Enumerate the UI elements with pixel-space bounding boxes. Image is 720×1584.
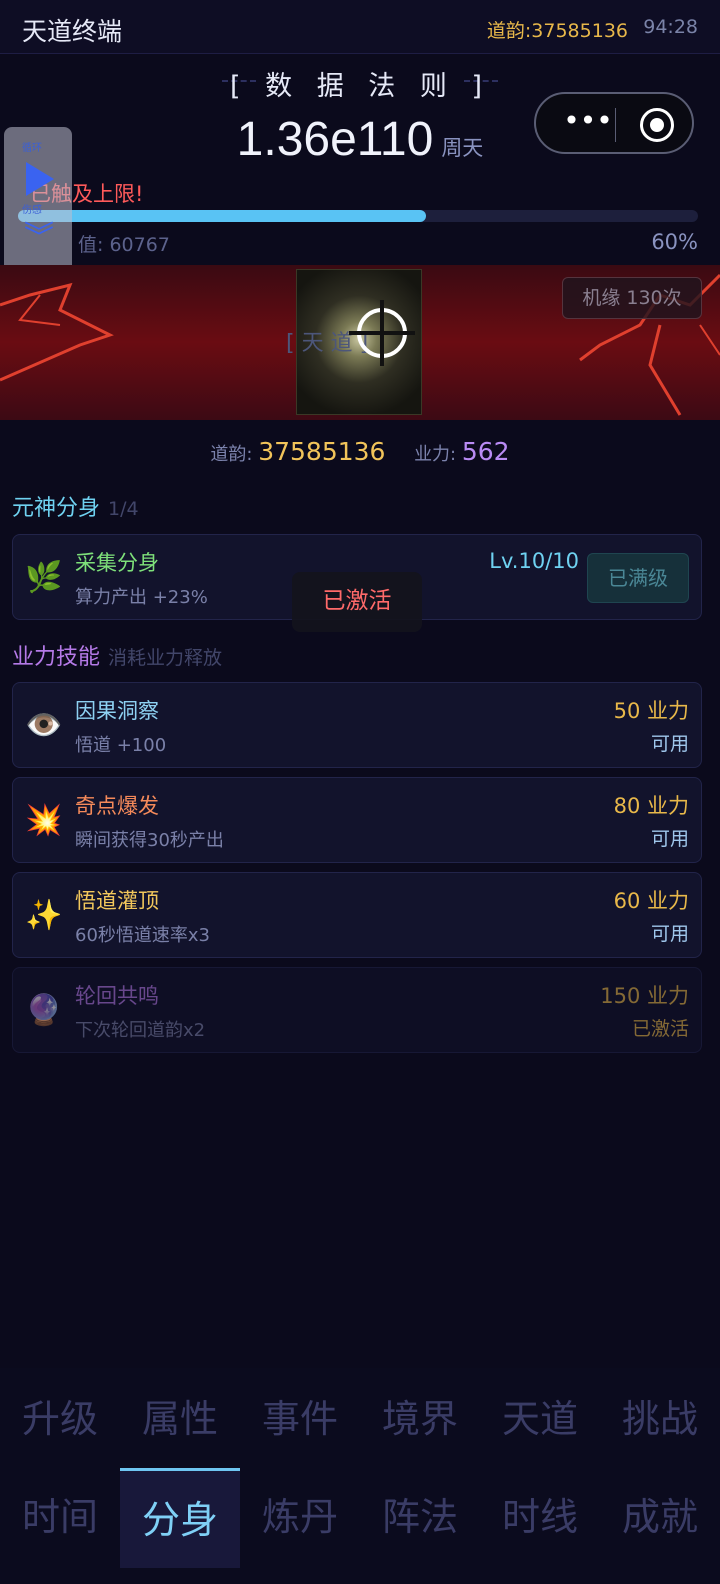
double-chevron-down-icon[interactable]: ︾ <box>24 223 54 253</box>
skill-name: 奇点爆发 <box>75 794 159 818</box>
progress-fill <box>18 210 426 222</box>
resource-stats: 道韵: 37585136 业力: 562 <box>0 437 720 466</box>
panel-label-2: 伤感 <box>22 205 42 216</box>
tab-timeline[interactable]: 时线 <box>480 1468 600 1568</box>
progress-percent: 60% <box>651 230 698 254</box>
app-title: 天道终端 <box>22 17 123 46</box>
sparkles-icon: ✨ <box>25 898 63 933</box>
more-icon[interactable]: ••• <box>560 106 616 142</box>
skill-status: 已激活 <box>631 1018 689 1040</box>
clone-desc: 算力产出 +23% <box>75 587 208 608</box>
skill-status: 可用 <box>650 923 689 945</box>
crosshair-icon <box>349 300 415 366</box>
daoyun-label: 道韵: <box>210 444 253 465</box>
tab-challenge[interactable]: 挑战 <box>600 1370 720 1470</box>
skill-name: 轮回共鸣 <box>75 984 159 1008</box>
close-target-icon[interactable] <box>640 108 674 142</box>
skill-status: 可用 <box>650 828 689 850</box>
toast-activated: 已激活 <box>292 572 422 632</box>
skills-section-title: 业力技能 消耗业力释放 <box>12 639 222 671</box>
chance-counter: 机缘 130次 <box>562 277 702 319</box>
top-bar: 天道终端 道韵:37585136 94:28 <box>0 0 720 54</box>
skill-card-insight[interactable]: 👁️ 因果洞察 悟道 +100 50 业力 可用 <box>12 682 702 768</box>
law-unit: 周天 <box>441 136 484 160</box>
clones-section-title: 元神分身 1/4 <box>12 490 139 522</box>
daoyun-counter: 道韵:37585136 <box>486 20 628 42</box>
leaf-icon: 🌿 <box>25 560 63 595</box>
tab-row-1: 升级 属性 事件 境界 天道 挑战 <box>0 1370 720 1470</box>
skill-card-resonance[interactable]: 🔮 轮回共鸣 下次轮回道韵x2 150 业力 已激活 <box>12 967 702 1053</box>
crystal-ball-icon: 🔮 <box>25 993 63 1028</box>
tab-achievements[interactable]: 成就 <box>600 1468 720 1568</box>
skill-cost: 60 业力 <box>613 889 689 913</box>
skill-desc: 瞬间获得30秒产出 <box>75 830 224 851</box>
skill-card-burst[interactable]: 💥 奇点爆发 瞬间获得30秒产出 80 业力 可用 <box>12 777 702 863</box>
skill-cost: 80 业力 <box>613 794 689 818</box>
clone-level: Lv.10/10 <box>489 549 579 573</box>
maxed-button[interactable]: 已满级 <box>587 553 689 603</box>
clones-title: 元神分身 <box>12 496 101 521</box>
timer: 94:28 <box>643 16 698 38</box>
tab-realm[interactable]: 境界 <box>360 1370 480 1470</box>
tab-heaven[interactable]: 天道 <box>480 1370 600 1470</box>
eye-icon: 👁️ <box>25 708 63 743</box>
bottom-tab-bar: 升级 属性 事件 境界 天道 挑战 时间 分身 炼丹 阵法 时线 成就 <box>0 1368 720 1584</box>
skill-name: 悟道灌顶 <box>75 889 159 913</box>
clones-count: 1/4 <box>108 498 139 520</box>
panel-label-1: 循环 <box>22 143 42 154</box>
tab-attributes[interactable]: 属性 <box>120 1370 240 1470</box>
skill-desc: 悟道 +100 <box>75 735 167 756</box>
skill-card-enlighten[interactable]: ✨ 悟道灌顶 60秒悟道速率x3 60 业力 可用 <box>12 872 702 958</box>
miniprogram-capsule: ••• <box>534 92 694 154</box>
daoyun-value: 37585136 <box>258 437 386 466</box>
yeli-value: 562 <box>461 437 510 466</box>
skill-cost: 50 业力 <box>613 699 689 723</box>
skill-cost: 150 业力 <box>600 984 689 1008</box>
event-label: [ 天 道 ] <box>286 331 369 356</box>
skill-status: 可用 <box>650 733 689 755</box>
tab-events[interactable]: 事件 <box>240 1370 360 1470</box>
tab-row-2: 时间 分身 炼丹 阵法 时线 成就 <box>0 1468 720 1568</box>
play-icon[interactable] <box>26 162 54 196</box>
tab-formation[interactable]: 阵法 <box>360 1468 480 1568</box>
skills-title: 业力技能 <box>12 645 101 670</box>
progress-bar <box>18 210 698 222</box>
clone-name: 采集分身 <box>75 551 159 575</box>
yeli-label: 业力: <box>414 444 457 465</box>
tab-time[interactable]: 时间 <box>0 1468 120 1568</box>
law-value: 1.36e110 <box>236 113 434 166</box>
progress-value: 值: 60767 <box>78 234 170 256</box>
skills-subtitle: 消耗业力释放 <box>108 647 223 669</box>
skill-desc: 下次轮回道韵x2 <box>75 1020 206 1041</box>
skill-desc: 60秒悟道速率x3 <box>75 925 211 946</box>
tab-clones[interactable]: 分身 <box>120 1468 240 1568</box>
capsule-divider <box>615 108 616 142</box>
skill-name: 因果洞察 <box>75 699 159 723</box>
explosion-icon: 💥 <box>25 803 63 838</box>
tab-upgrade[interactable]: 升级 <box>0 1370 120 1470</box>
tab-alchemy[interactable]: 炼丹 <box>240 1468 360 1568</box>
